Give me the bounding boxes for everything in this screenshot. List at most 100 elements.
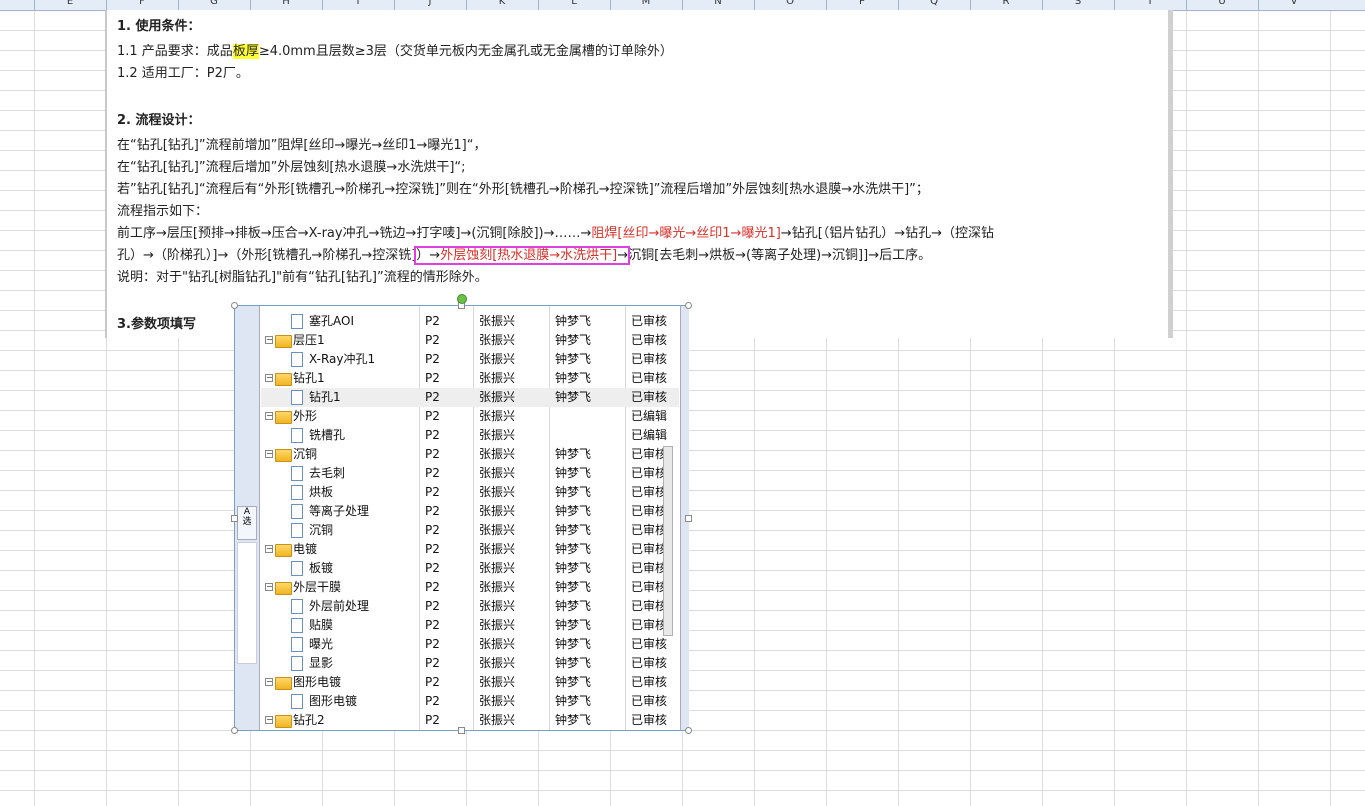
collapse-toggle-icon[interactable]: −	[265, 450, 273, 458]
section3-title: 3.参数项填写	[117, 317, 196, 332]
tree-row[interactable]: X-Ray冲孔1 P2 张振兴 钟梦飞 已审核	[261, 350, 679, 369]
tree-cell-factory: P2	[425, 523, 440, 537]
column-header[interactable]: G	[178, 0, 250, 7]
tree-row[interactable]: 等离子处理 P2 张振兴 钟梦飞 已审核	[261, 502, 679, 521]
process-tree[interactable]: 塞孔AOI P2 张振兴 钟梦飞 已审核 − 层压1 P2 张振兴 钟梦飞 已审核 X-Ray冲孔1 P…	[261, 306, 679, 730]
tree-cell-p1: 张振兴	[479, 523, 516, 537]
tree-row[interactable]: 铣槽孔 P2 张振兴 已编辑	[261, 426, 679, 445]
tree-row[interactable]: 烘板 P2 张振兴 钟梦飞 已审核	[261, 483, 679, 502]
resize-handle[interactable]	[458, 727, 465, 734]
pasted-screenshot[interactable]: A 选 塞孔AOI P2 张振兴 钟梦飞 已审核 − 层压1 P2 张振兴 钟梦飞 已审核 X-Ray…	[231, 294, 692, 734]
tree-cell-p2: 钟梦飞	[555, 637, 592, 651]
collapse-toggle-icon[interactable]: −	[265, 583, 273, 591]
tree-row[interactable]: 贴膜 P2 张振兴 钟梦飞 已审核	[261, 616, 679, 635]
collapse-toggle-icon[interactable]: −	[265, 336, 273, 344]
tree-cell-status: 已审核	[631, 542, 668, 556]
column-header[interactable]: V	[1258, 0, 1330, 7]
resize-handle[interactable]	[685, 302, 692, 309]
resize-handle[interactable]	[685, 515, 692, 522]
tree-cell-factory: P2	[425, 618, 440, 632]
collapse-toggle-icon[interactable]: −	[265, 374, 273, 382]
column-header[interactable]: K	[466, 0, 538, 7]
resize-handle[interactable]	[231, 727, 238, 734]
column-separator	[970, 0, 971, 10]
folder-icon	[275, 373, 292, 386]
column-separator	[106, 0, 107, 10]
file-icon	[291, 485, 303, 500]
column-header[interactable]: O	[754, 0, 826, 7]
column-header[interactable]: N	[682, 0, 754, 7]
folder-icon	[275, 582, 292, 595]
tree-row[interactable]: − 外层干膜 P2 张振兴 钟梦飞 已审核	[261, 578, 679, 597]
tree-row[interactable]: − 图形电镀 P2 张振兴 钟梦飞 已审核	[261, 673, 679, 692]
tree-row[interactable]: 沉铜 P2 张振兴 钟梦飞 已审核	[261, 521, 679, 540]
tree-cell-status: 已审核	[631, 485, 668, 499]
line-text: 沉铜[去毛刺→烘板→(等离子处理)→沉铜]]→后工序。	[628, 248, 932, 263]
column-header[interactable]: I	[322, 0, 394, 7]
tree-cell-p2: 钟梦飞	[555, 656, 592, 670]
tree-cell-p1: 张振兴	[479, 390, 516, 404]
resize-handle[interactable]	[685, 727, 692, 734]
tree-row[interactable]: 去毛刺 P2 张振兴 钟梦飞 已审核	[261, 464, 679, 483]
rotate-handle[interactable]	[457, 294, 467, 304]
line-text: ）→	[416, 248, 441, 263]
collapse-toggle-icon[interactable]: −	[265, 716, 273, 724]
column-header[interactable]: E	[34, 0, 106, 7]
collapse-toggle-icon[interactable]: −	[265, 545, 273, 553]
tree-cell-p2: 钟梦飞	[555, 618, 592, 632]
tree-row[interactable]: − 层压1 P2 张振兴 钟梦飞 已审核	[261, 331, 679, 350]
tree-cell-name: 外层前处理	[309, 599, 370, 613]
column-header[interactable]: L	[538, 0, 610, 7]
tree-row[interactable]: 板镀 P2 张振兴 钟梦飞 已审核	[261, 559, 679, 578]
resize-handle[interactable]	[231, 302, 238, 309]
section2-line4: 流程指示如下：	[117, 204, 209, 219]
tree-row[interactable]: − 电镀 P2 张振兴 钟梦飞 已审核	[261, 540, 679, 559]
column-separator	[1186, 0, 1187, 10]
column-header[interactable]: F	[106, 0, 178, 7]
collapse-toggle-icon[interactable]: −	[265, 678, 273, 686]
tree-cell-name: 电镀	[293, 542, 318, 556]
line-text: 1.1 产品要求：成品	[117, 44, 233, 59]
tree-cell-p2: 钟梦飞	[555, 447, 592, 461]
column-header[interactable]: U	[1186, 0, 1258, 7]
tree-row[interactable]: 曝光 P2 张振兴 钟梦飞 已审核	[261, 635, 679, 654]
tree-row[interactable]: − 钻孔2 P2 张振兴 钟梦飞 已审核	[261, 711, 679, 730]
tree-cell-p2: 钟梦飞	[555, 371, 592, 385]
tree-cell-p1: 张振兴	[479, 694, 516, 708]
tree-cell-factory: P2	[425, 371, 440, 385]
column-header[interactable]: R	[970, 0, 1042, 7]
column-header[interactable]: Q	[898, 0, 970, 7]
folder-icon	[275, 335, 292, 348]
tree-row[interactable]: − 钻孔1 P2 张振兴 钟梦飞 已审核	[261, 369, 679, 388]
file-icon	[291, 390, 303, 405]
line-text: 孔）→（阶梯孔）]→（外形[铣槽孔→阶梯孔→控深铣]	[117, 248, 417, 263]
tree-row[interactable]: − 外形 P2 张振兴 已编辑	[261, 407, 679, 426]
column-header[interactable]: M	[610, 0, 682, 7]
section1-line2: 1.2 适用工厂：P2厂。	[117, 66, 249, 81]
tree-cell-factory: P2	[425, 485, 440, 499]
column-header[interactable]: P	[826, 0, 898, 7]
collapse-toggle-icon[interactable]: −	[265, 412, 273, 420]
tree-row[interactable]: − 沉铜 P2 张振兴 钟梦飞 已审核	[261, 445, 679, 464]
resize-handle[interactable]	[231, 515, 238, 522]
tree-cell-p2: 钟梦飞	[555, 713, 592, 727]
file-icon	[291, 599, 303, 614]
tree-row[interactable]: 图形电镀 P2 张振兴 钟梦飞 已审核	[261, 692, 679, 711]
tree-row[interactable]: 外层前处理 P2 张振兴 钟梦飞 已审核	[261, 597, 679, 616]
tree-cell-status: 已编辑	[631, 428, 668, 442]
column-header[interactable]: J	[394, 0, 466, 7]
tree-row[interactable]: 钻孔1 P2 张振兴 钟梦飞 已审核	[261, 388, 679, 407]
section2-line3: 若”钻孔[钻孔]“流程后有“外形[铣槽孔→阶梯孔→控深铣]”则在“外形[铣槽孔→…	[117, 182, 929, 197]
column-header[interactable]: T	[1114, 0, 1186, 7]
tree-row[interactable]: 显影 P2 张振兴 钟梦飞 已审核	[261, 654, 679, 673]
column-header[interactable]: H	[250, 0, 322, 7]
tree-cell-name: 塞孔AOI	[309, 314, 354, 328]
tree-row[interactable]: 塞孔AOI P2 张振兴 钟梦飞 已审核	[261, 312, 679, 331]
column-separator	[1042, 0, 1043, 10]
column-header[interactable]: S	[1042, 0, 1114, 7]
file-icon	[291, 618, 303, 633]
tree-cell-factory: P2	[425, 561, 440, 575]
tree-scrollbar[interactable]	[663, 446, 673, 636]
tree-cell-p1: 张振兴	[479, 447, 516, 461]
red-text: 外层蚀刻[热水退膜→水洗烘干]	[440, 248, 618, 263]
